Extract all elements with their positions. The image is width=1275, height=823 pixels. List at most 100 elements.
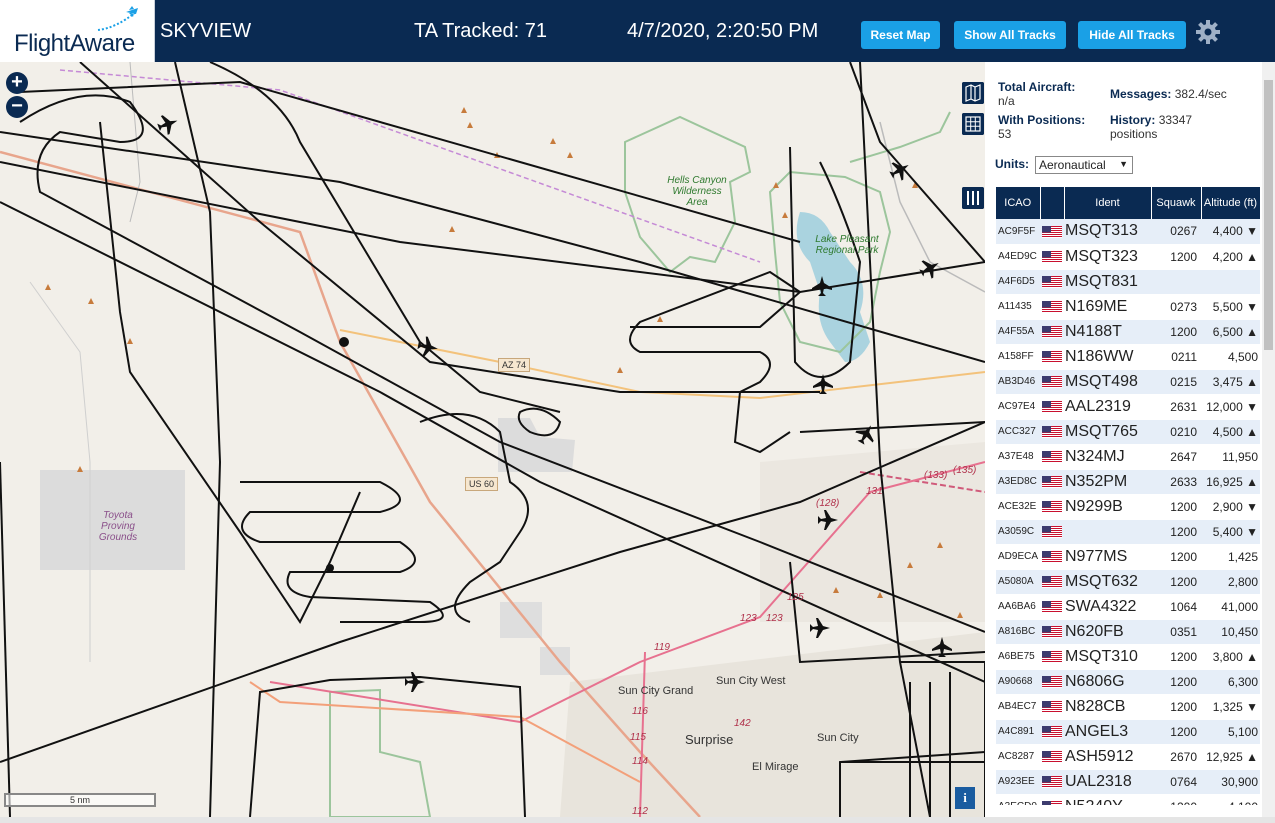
units-label: Units: xyxy=(995,157,1029,171)
cell-icao: A3ECD0 xyxy=(996,794,1040,805)
table-row[interactable]: AB4EC7 N828CB 1200 1,325 ▼ xyxy=(996,694,1260,720)
cell-ident: MSQT498 xyxy=(1064,369,1151,395)
messages-value: 382.4/sec xyxy=(1174,87,1227,101)
bottom-scrollbar[interactable] xyxy=(0,817,1275,823)
table-row[interactable]: ACE32E N9299B 1200 2,900 ▼ xyxy=(996,494,1260,520)
road-shield-az74: AZ 74 xyxy=(498,358,531,372)
aircraft-icon[interactable] xyxy=(886,156,914,184)
us-flag-icon xyxy=(1040,619,1064,645)
aircraft-icon[interactable] xyxy=(916,254,944,282)
col-header-altitude[interactable]: Altitude (ft) xyxy=(1201,187,1260,219)
map-layers-icon[interactable] xyxy=(962,82,984,104)
col-header-icao[interactable]: ICAO xyxy=(996,187,1041,219)
aircraft-icon[interactable] xyxy=(852,420,880,448)
cell-altitude: 12,925 ▲ xyxy=(1201,744,1260,770)
units-selected-value: Aeronautical xyxy=(1039,158,1106,172)
table-row[interactable]: A4C891 ANGEL3 1200 5,100 xyxy=(996,719,1260,745)
cell-altitude: 3,800 ▲ xyxy=(1201,644,1260,670)
grid-icon[interactable] xyxy=(962,113,984,135)
route-number: (135) xyxy=(953,465,977,476)
cell-squawk: 1200 xyxy=(1151,794,1201,805)
aircraft-icon[interactable] xyxy=(813,374,833,394)
hide-all-tracks-button[interactable]: Hide All Tracks xyxy=(1078,21,1186,49)
cell-ident: AAL2319 xyxy=(1064,394,1151,420)
show-all-tracks-button[interactable]: Show All Tracks xyxy=(954,21,1066,49)
map-view[interactable]: + − Hells Canyon Wilderness Area Lake Pl… xyxy=(0,62,985,817)
col-header-squawk[interactable]: Squawk xyxy=(1151,187,1202,219)
map-label-lake-pleasant: Lake Pleasant Regional Park xyxy=(815,234,879,256)
cell-squawk: 0273 xyxy=(1151,294,1201,320)
map-label-hells-canyon: Hells Canyon Wilderness Area xyxy=(667,175,727,208)
aircraft-icon[interactable] xyxy=(810,618,830,638)
table-row[interactable]: A37E48 N324MJ 2647 11,950 xyxy=(996,444,1260,470)
cell-ident: MSQT310 xyxy=(1064,644,1151,670)
ta-tracked-count: TA Tracked: 71 xyxy=(414,20,548,42)
table-row[interactable]: A3ED8C N352PM 2633 16,925 ▲ xyxy=(996,469,1260,495)
cell-altitude: 4,200 ▲ xyxy=(1201,244,1260,270)
cell-ident: N169ME xyxy=(1064,294,1151,320)
col-header-ident[interactable]: Ident xyxy=(1064,187,1152,219)
table-row[interactable]: AC9F5F MSQT313 0267 4,400 ▼ xyxy=(996,219,1260,245)
cell-squawk: 1200 xyxy=(1151,494,1201,520)
table-row[interactable]: A11435 N169ME 0273 5,500 ▼ xyxy=(996,294,1260,320)
cell-ident: UAL2318 xyxy=(1064,769,1151,795)
units-select[interactable]: Aeronautical ▼ xyxy=(1035,156,1133,174)
aircraft-icon[interactable] xyxy=(416,335,440,359)
cell-squawk: 0211 xyxy=(1151,344,1201,370)
cell-squawk: 1064 xyxy=(1151,594,1201,620)
cell-squawk: 1200 xyxy=(1151,519,1201,545)
route-number: (128) xyxy=(816,498,840,509)
reset-map-button[interactable]: Reset Map xyxy=(861,21,940,49)
cell-squawk xyxy=(1151,269,1201,295)
table-row[interactable]: A4F55A N4188T 1200 6,500 ▲ xyxy=(996,319,1260,345)
cell-icao: A90668 xyxy=(996,669,1040,695)
cell-icao: A3059C xyxy=(996,519,1040,545)
route-number: 116 xyxy=(632,706,648,717)
cell-ident: ANGEL3 xyxy=(1064,719,1151,745)
col-header-flag[interactable] xyxy=(1040,187,1065,219)
cell-icao: A5080A xyxy=(996,569,1040,595)
table-row[interactable]: A158FF N186WW 0211 4,500 xyxy=(996,344,1260,370)
cell-ident: N4188T xyxy=(1064,319,1151,345)
table-row[interactable]: ACC327 MSQT765 0210 4,500 ▲ xyxy=(996,419,1260,445)
table-row[interactable]: A90668 N6806G 1200 6,300 xyxy=(996,669,1260,695)
aircraft-icon[interactable] xyxy=(405,672,425,692)
zoom-in-button[interactable]: + xyxy=(6,72,28,94)
table-row[interactable]: A3059C 1200 5,400 ▼ xyxy=(996,519,1260,545)
columns-icon[interactable] xyxy=(962,187,984,209)
us-flag-icon xyxy=(1040,419,1064,445)
cell-ident: MSQT323 xyxy=(1064,244,1151,270)
info-button[interactable]: i xyxy=(955,787,975,809)
table-row[interactable]: AD9ECA N977MS 1200 1,425 xyxy=(996,544,1260,570)
aircraft-icon[interactable] xyxy=(818,510,838,530)
with-positions-stat: With Positions: 53 xyxy=(998,113,1108,141)
aircraft-table[interactable]: ICAO Ident Squawk Altitude (ft) AC9F5F MS… xyxy=(996,187,1260,805)
table-row[interactable]: A6BE75 MSQT310 1200 3,800 ▲ xyxy=(996,644,1260,670)
sidebar-scrollbar-thumb[interactable] xyxy=(1264,80,1273,350)
table-row[interactable]: A4ED9C MSQT323 1200 4,200 ▲ xyxy=(996,244,1260,270)
table-row[interactable]: A3ECD0 N5240Y12004,100 xyxy=(996,794,1260,805)
cell-ident: N9299B xyxy=(1064,494,1151,520)
table-row[interactable]: AC8287 ASH5912 2670 12,925 ▲ xyxy=(996,744,1260,770)
cell-icao: AA6BA6 xyxy=(996,594,1040,620)
table-row[interactable]: A923EE UAL2318 0764 30,900 xyxy=(996,769,1260,795)
table-row[interactable]: A816BC N620FB 0351 10,450 xyxy=(996,619,1260,645)
us-flag-icon xyxy=(1040,269,1064,295)
flightaware-logo[interactable]: FlightAware xyxy=(0,0,155,62)
table-row[interactable]: AC97E4 AAL2319 2631 12,000 ▼ xyxy=(996,394,1260,420)
us-flag-icon xyxy=(1040,769,1064,795)
aircraft-icon[interactable] xyxy=(155,111,181,137)
cell-altitude: 12,000 ▼ xyxy=(1201,394,1260,420)
gear-icon[interactable] xyxy=(1195,19,1221,45)
aircraft-icon[interactable] xyxy=(932,637,952,657)
table-row[interactable]: AB3D46 MSQT498 0215 3,475 ▲ xyxy=(996,369,1260,395)
table-row[interactable]: A5080A MSQT632 1200 2,800 xyxy=(996,569,1260,595)
cell-squawk: 1200 xyxy=(1151,644,1201,670)
cell-squawk: 1200 xyxy=(1151,719,1201,745)
table-row[interactable]: A4F6D5 MSQT831 xyxy=(996,269,1260,295)
table-row[interactable]: AA6BA6 SWA4322 1064 41,000 xyxy=(996,594,1260,620)
zoom-out-button[interactable]: − xyxy=(6,96,28,118)
aircraft-icon[interactable] xyxy=(812,276,832,296)
route-number: 112 xyxy=(632,806,648,817)
aircraft-layer[interactable] xyxy=(0,62,985,817)
